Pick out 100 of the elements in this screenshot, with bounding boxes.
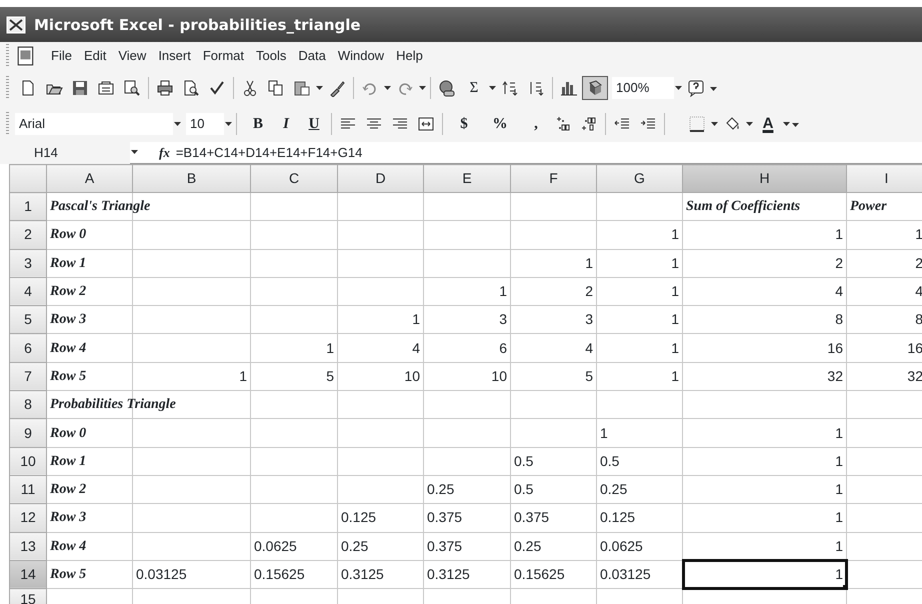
menu-item[interactable]: View <box>112 44 152 68</box>
column-header[interactable]: D <box>338 164 424 192</box>
menu-item[interactable]: Window <box>332 44 390 68</box>
column-header[interactable]: C <box>250 164 338 192</box>
table-cell[interactable]: 1 <box>596 249 682 278</box>
menu-item[interactable]: Help <box>390 44 429 68</box>
menu-item[interactable]: File <box>45 44 78 68</box>
currency-button[interactable]: $ <box>450 112 478 136</box>
table-cell[interactable]: 16 <box>682 334 846 362</box>
row-header[interactable]: 15 <box>10 588 46 604</box>
row-header[interactable]: 12 <box>10 504 46 532</box>
table-cell[interactable]: 32 <box>682 362 846 391</box>
table-cell[interactable]: 1 <box>682 418 846 448</box>
row-header[interactable]: 2 <box>10 220 46 250</box>
table-cell[interactable]: 1 <box>250 334 338 362</box>
autosum-button[interactable]: Σ <box>460 76 488 100</box>
column-header[interactable]: H <box>682 164 846 192</box>
table-cell[interactable]: 0.375 <box>424 532 510 560</box>
table-cell[interactable]: 0.5 <box>510 447 596 476</box>
column-header[interactable]: B <box>132 164 250 192</box>
row-header[interactable]: 11 <box>10 475 46 504</box>
table-cell[interactable]: 6 <box>424 334 510 362</box>
row-header[interactable]: 5 <box>10 306 46 334</box>
table-cell[interactable]: 1 <box>682 447 846 476</box>
table-cell[interactable]: 1 <box>596 418 682 448</box>
table-cell[interactable]: 0.0625 <box>250 532 338 560</box>
comma-button[interactable]: , <box>522 112 550 136</box>
table-cell[interactable]: 1 <box>338 306 424 334</box>
table-cell[interactable]: 1 <box>596 362 682 391</box>
table-cell[interactable]: 1 <box>132 362 250 391</box>
table-cell[interactable]: 0.25 <box>596 475 682 504</box>
bold-button[interactable]: B <box>244 112 272 136</box>
table-cell[interactable]: 0.125 <box>338 504 424 532</box>
table-cell[interactable]: 1 <box>424 277 510 306</box>
column-header[interactable]: G <box>596 164 682 192</box>
row-header[interactable]: 10 <box>10 447 46 476</box>
row-header[interactable]: 9 <box>10 418 46 448</box>
table-cell[interactable]: 1 <box>596 277 682 306</box>
table-cell[interactable]: 1 <box>596 306 682 334</box>
selected-cell[interactable]: 1 <box>682 560 846 589</box>
menu-item[interactable]: Edit <box>78 44 112 68</box>
table-cell[interactable]: 1 <box>682 475 846 504</box>
row-header[interactable]: 3 <box>10 249 46 278</box>
menu-item[interactable]: Data <box>292 44 332 68</box>
drawing-shapes-icon[interactable] <box>582 76 608 100</box>
column-header[interactable]: E <box>424 164 510 192</box>
table-cell[interactable]: 0.125 <box>596 504 682 532</box>
table-cell[interactable]: 0.0625 <box>596 532 682 560</box>
table-cell[interactable]: 0.375 <box>510 504 596 532</box>
table-cell[interactable]: 0.5 <box>596 447 682 476</box>
table-cell[interactable]: 3 <box>510 306 596 334</box>
percent-button[interactable]: % <box>486 112 514 136</box>
column-header[interactable]: I <box>846 164 922 192</box>
font-color-button[interactable]: A <box>754 112 782 136</box>
table-cell[interactable]: 1 <box>510 249 596 278</box>
table-cell[interactable]: 2 <box>510 277 596 306</box>
row-header[interactable]: 13 <box>10 532 46 560</box>
row-header[interactable]: 14 <box>10 560 46 589</box>
row-header[interactable]: 7 <box>10 362 46 391</box>
table-cell[interactable]: 0.5 <box>510 475 596 504</box>
table-cell[interactable]: 5 <box>250 362 338 391</box>
table-cell[interactable]: 10 <box>338 362 424 391</box>
function-button[interactable]: fx <box>159 142 170 162</box>
row-header[interactable]: 1 <box>10 192 46 221</box>
zoom-field[interactable]: 100% <box>612 77 674 99</box>
table-cell[interactable]: 1 <box>596 334 682 362</box>
table-cell[interactable]: 8 <box>682 306 846 334</box>
table-cell[interactable]: 1 <box>596 220 682 250</box>
table-cell[interactable]: 10 <box>424 362 510 391</box>
name-box[interactable]: H14 <box>0 142 130 164</box>
table-cell[interactable]: 4 <box>510 334 596 362</box>
font-field[interactable]: Arial <box>15 113 173 135</box>
table-cell[interactable]: 4 <box>338 334 424 362</box>
table-cell[interactable]: 1 <box>682 504 846 532</box>
table-cell[interactable]: 2 <box>682 249 846 278</box>
table-cell[interactable]: 0.25 <box>338 532 424 560</box>
italic-button[interactable]: I <box>272 112 300 136</box>
column-header[interactable]: A <box>46 164 132 192</box>
font-size-field[interactable]: 10 <box>186 113 224 135</box>
table-cell[interactable]: 0.3125 <box>338 560 424 589</box>
table-cell[interactable]: 1 <box>682 220 846 250</box>
row-header[interactable]: 8 <box>10 390 46 419</box>
table-cell[interactable]: 5 <box>510 362 596 391</box>
table-cell[interactable]: 0.25 <box>424 475 510 504</box>
formula-field[interactable]: =B14+C14+D14+E14+F14+G14 <box>176 142 362 162</box>
column-header[interactable]: F <box>510 164 596 192</box>
table-cell[interactable]: 0.15625 <box>510 560 596 589</box>
menu-item[interactable]: Format <box>196 44 250 68</box>
table-cell[interactable]: 0.15625 <box>250 560 338 589</box>
menu-item[interactable]: Insert <box>152 44 197 68</box>
menu-item[interactable]: Tools <box>250 44 292 68</box>
underline-button[interactable]: U <box>300 112 328 136</box>
table-cell[interactable]: 0.375 <box>424 504 510 532</box>
table-cell[interactable]: 4 <box>682 277 846 306</box>
row-header[interactable]: 4 <box>10 277 46 306</box>
row-header[interactable]: 6 <box>10 334 46 362</box>
table-cell[interactable]: 3 <box>424 306 510 334</box>
table-cell[interactable]: 0.25 <box>510 532 596 560</box>
table-cell[interactable]: 0.3125 <box>424 560 510 589</box>
table-cell[interactable]: 0.03125 <box>132 560 250 589</box>
